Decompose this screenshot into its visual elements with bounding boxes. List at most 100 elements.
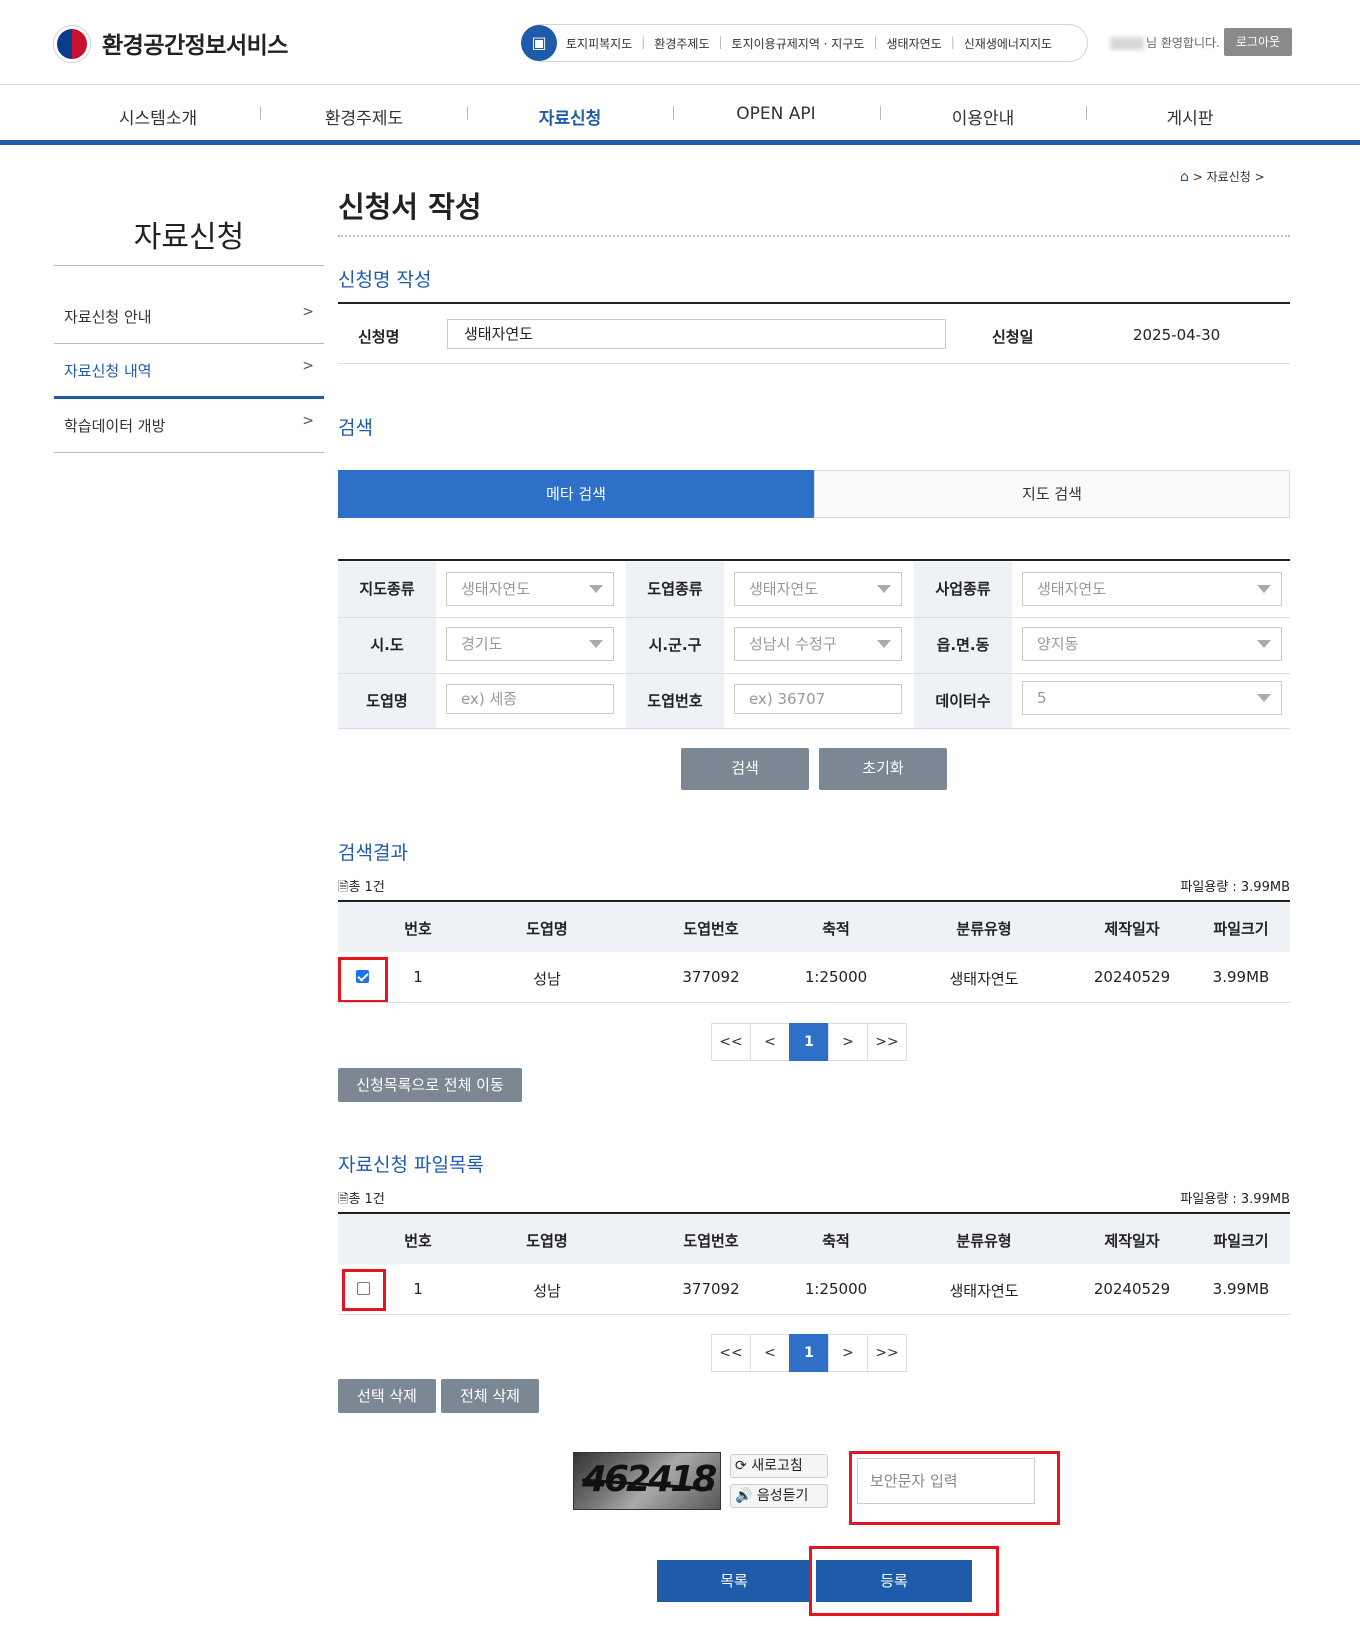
move-all-to-list-button[interactable]: 신청목록으로 전체 이동	[338, 1068, 522, 1102]
table-row[interactable]: 1 성남 377092 1:25000 생태자연도 20240529 3.99M…	[338, 1264, 1290, 1314]
sheet-name-label: 도엽명	[338, 674, 436, 729]
province-select[interactable]: 경기도	[446, 627, 614, 661]
section-title-results: 검색결과	[338, 842, 408, 864]
breadcrumb: ⌂ > 자료신청 >	[1180, 168, 1265, 185]
results-file-size: 파일용량 : 3.99MB	[1180, 880, 1290, 895]
sidebar-item-label: 자료신청 내역	[64, 362, 152, 380]
dropdown-arrow-icon	[1257, 640, 1271, 648]
application-name-input[interactable]: 생태자연도	[447, 319, 946, 349]
quick-link-energy[interactable]: 신재생에너지지도	[964, 35, 1052, 52]
project-type-select[interactable]: 생태자연도	[1022, 572, 1282, 606]
page-current-button[interactable]: 1	[789, 1023, 829, 1061]
nav-board[interactable]: 게시판	[1167, 104, 1214, 129]
map-type-select[interactable]: 생태자연도	[446, 572, 614, 606]
section-title-file-list: 자료신청 파일목록	[338, 1154, 484, 1176]
nav-open-api[interactable]: OPEN API	[736, 104, 815, 124]
captcha-audio-button[interactable]: 🔊 음성듣기	[730, 1484, 828, 1508]
page-last-button[interactable]: >>	[867, 1334, 907, 1372]
cell-sheet-number: 377092	[682, 968, 740, 986]
captcha-refresh-label: 새로고침	[751, 1458, 803, 1474]
page-first-button[interactable]: <<	[711, 1334, 751, 1372]
sidebar-item-history[interactable]: 자료신청 내역 >	[54, 344, 324, 396]
cell-category: 생태자연도	[949, 1282, 1019, 1300]
col-scale: 축적	[822, 920, 850, 938]
divider: |	[873, 35, 878, 49]
header-divider	[0, 84, 1360, 85]
col-file-size: 파일크기	[1213, 920, 1269, 938]
district-value: 양지동	[1037, 635, 1079, 653]
page-prev-button[interactable]: <	[750, 1334, 790, 1372]
district-select[interactable]: 양지동	[1022, 627, 1282, 661]
data-count-select[interactable]: 5	[1022, 681, 1282, 715]
quick-link-landuse[interactable]: 토지이용규제지역 · 지구도	[732, 35, 865, 52]
nav-divider	[673, 106, 674, 120]
logout-button[interactable]: 로그아웃	[1224, 28, 1292, 56]
row-divider	[338, 673, 1290, 674]
files-file-size: 파일용량 : 3.99MB	[1180, 1192, 1290, 1207]
main-nav: 시스템소개 환경주제도 자료신청 OPEN API 이용안내 게시판	[0, 96, 1360, 136]
list-button[interactable]: 목록	[657, 1560, 811, 1602]
sheet-number-label: 도엽번호	[626, 674, 724, 729]
divider: |	[718, 35, 723, 49]
nav-data-request[interactable]: 자료신청	[539, 104, 602, 129]
dropdown-arrow-icon	[1257, 694, 1271, 702]
delete-selected-button[interactable]: 선택 삭제	[338, 1379, 436, 1413]
quick-links: 토지피복지도 | 환경주제도 | 토지이용규제지역 · 지구도 | 생태자연도 | 신재…	[566, 35, 1052, 52]
quick-link-ecology[interactable]: 생태자연도	[886, 35, 941, 52]
col-file-size: 파일크기	[1213, 1232, 1269, 1250]
nav-divider	[880, 106, 881, 120]
highlight-box	[809, 1546, 999, 1616]
nav-theme[interactable]: 환경주제도	[325, 104, 403, 129]
document-icon: 🗎	[338, 880, 349, 895]
tab-meta-search[interactable]: 메타 검색	[338, 470, 814, 518]
sidebar-item-training-data[interactable]: 학습데이터 개방 >	[54, 399, 324, 451]
files-table-header: 번호 도엽명 도엽번호 축적 분류유형 제작일자 파일크기	[338, 1214, 1290, 1264]
page-next-button[interactable]: >	[828, 1023, 868, 1061]
quick-link-theme[interactable]: 환경주제도	[654, 35, 709, 52]
captcha-refresh-button[interactable]: ⟳ 새로고침	[730, 1454, 828, 1478]
quick-link-landcover[interactable]: 토지피복지도	[566, 35, 632, 52]
sheet-number-input[interactable]: ex) 36707	[734, 684, 902, 714]
files-count-text: 총 1건	[348, 1192, 385, 1207]
page-next-button[interactable]: >	[828, 1334, 868, 1372]
tab-map-search[interactable]: 지도 검색	[814, 470, 1290, 518]
map-type-value: 생태자연도	[461, 580, 531, 598]
map-type-label: 지도종류	[338, 562, 436, 617]
sheet-name-input[interactable]: ex) 세종	[446, 684, 614, 714]
city-select[interactable]: 성남시 수정구	[734, 627, 902, 661]
sidebar-divider	[54, 265, 324, 266]
cell-sheet-number: 377092	[682, 1280, 740, 1298]
col-category: 분류유형	[956, 1232, 1012, 1250]
divider: |	[950, 35, 955, 49]
breadcrumb-separator: >	[1192, 170, 1203, 184]
page-last-button[interactable]: >>	[867, 1023, 907, 1061]
document-icon: 🗎	[338, 1192, 349, 1207]
nav-system[interactable]: 시스템소개	[119, 104, 197, 129]
table-row[interactable]: 1 성남 377092 1:25000 생태자연도 20240529 3.99M…	[338, 952, 1290, 1002]
page-first-button[interactable]: <<	[711, 1023, 751, 1061]
delete-all-button[interactable]: 전체 삭제	[441, 1379, 539, 1413]
col-sheet-name: 도엽명	[526, 920, 568, 938]
breadcrumb-current[interactable]: 자료신청	[1207, 170, 1251, 184]
sheet-type-select[interactable]: 생태자연도	[734, 572, 902, 606]
page-current-button[interactable]: 1	[789, 1334, 829, 1372]
search-button[interactable]: 검색	[681, 748, 809, 790]
cell-created-date: 20240529	[1093, 968, 1171, 986]
home-icon[interactable]: ⌂	[1180, 169, 1189, 185]
files-count: 🗎총 1건	[338, 1188, 385, 1212]
col-created-date: 제작일자	[1104, 920, 1160, 938]
col-sheet-number: 도엽번호	[683, 1232, 739, 1250]
site-logo[interactable]: 환경공간정보서비스	[102, 26, 288, 60]
reset-button[interactable]: 초기화	[819, 748, 947, 790]
results-count: 🗎총 1건	[338, 876, 385, 900]
sidebar-item-label: 자료신청 안내	[64, 308, 152, 326]
page-prev-button[interactable]: <	[750, 1023, 790, 1061]
application-date-label: 신청일	[992, 328, 1034, 346]
refresh-icon: ⟳	[735, 1458, 747, 1474]
sidebar-item-guide[interactable]: 자료신청 안내 >	[54, 290, 324, 342]
table-top-border	[338, 559, 1290, 561]
logo-icon[interactable]	[54, 26, 90, 62]
nav-guide[interactable]: 이용안내	[952, 104, 1015, 129]
province-label: 시.도	[338, 618, 436, 673]
city-label: 시.군.구	[626, 618, 724, 673]
